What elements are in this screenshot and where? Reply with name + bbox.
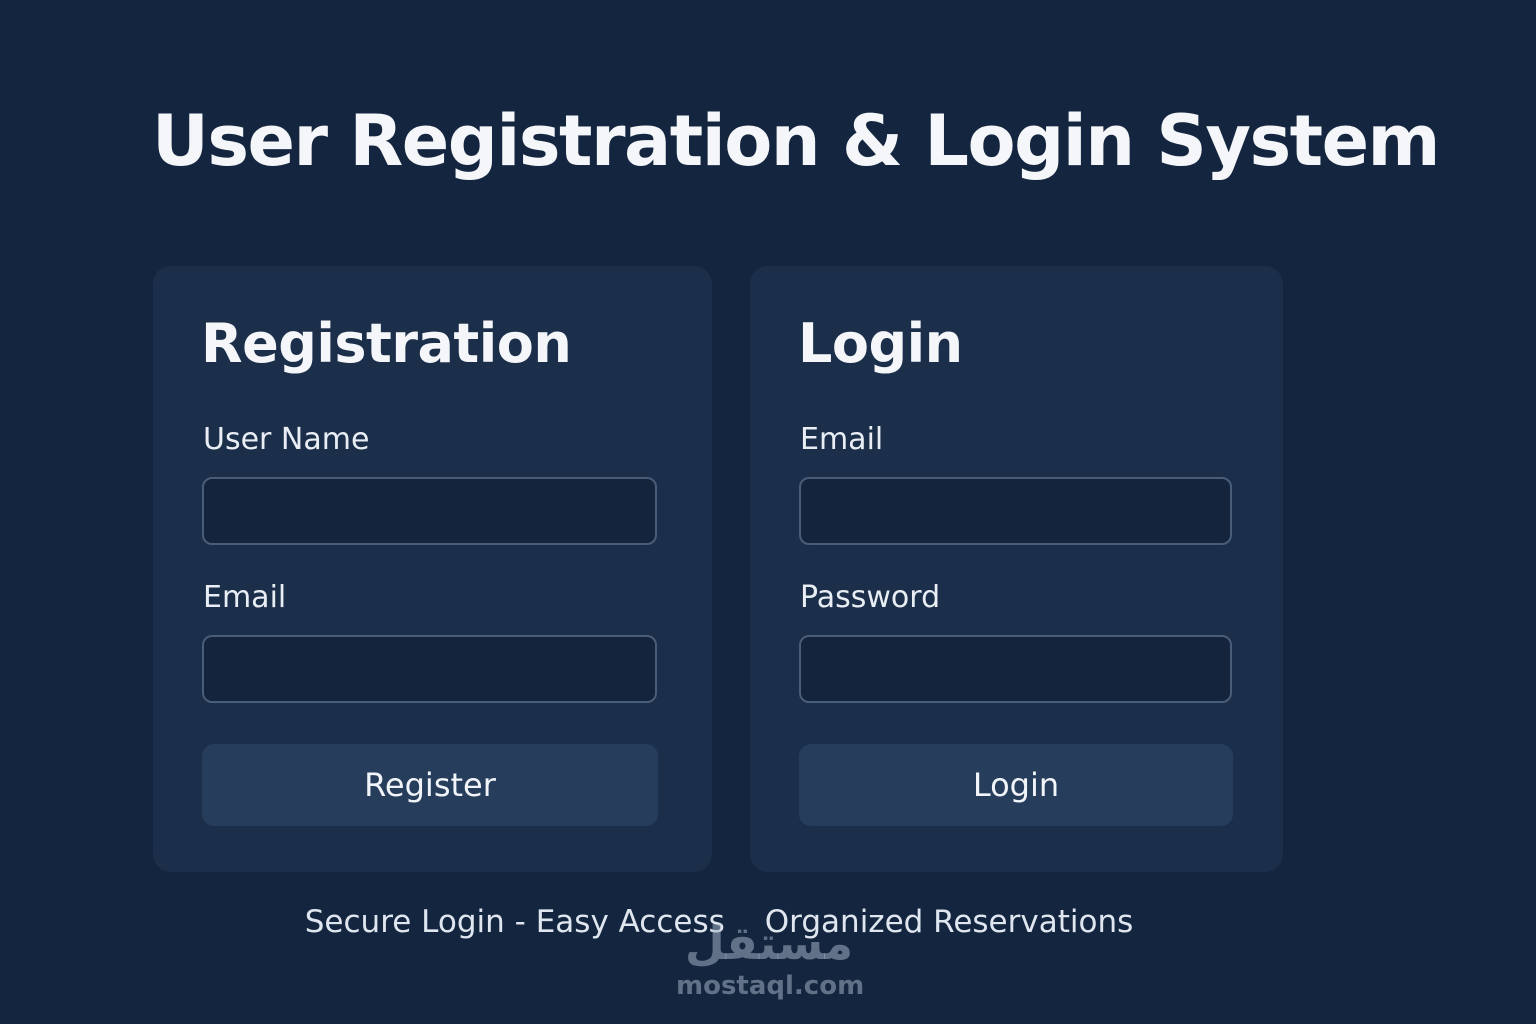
username-input[interactable] (202, 477, 657, 545)
register-button[interactable]: Register (202, 744, 658, 826)
login-button[interactable]: Login (799, 744, 1233, 826)
username-label: User Name (203, 422, 370, 457)
login-title: Login (798, 312, 963, 375)
tagline-reservations: Organized Reservations (764, 904, 1134, 940)
login-email-input[interactable] (799, 477, 1232, 545)
login-card: Login Email Password Login (750, 266, 1283, 872)
registration-email-input[interactable] (202, 635, 657, 703)
footer-tagline: Secure Login - Easy Access Organized Rese… (0, 904, 1438, 940)
password-input[interactable] (799, 635, 1232, 703)
tagline-secure-access: Secure Login - Easy Access (304, 904, 725, 940)
registration-email-label: Email (203, 580, 287, 615)
registration-title: Registration (201, 312, 572, 375)
login-email-label: Email (800, 422, 884, 457)
password-label: Password (800, 580, 941, 615)
page-title: User Registration & Login System (152, 100, 1441, 182)
watermark-url: mostaql.com (676, 971, 865, 1001)
registration-card: Registration User Name Email Register (153, 266, 712, 872)
